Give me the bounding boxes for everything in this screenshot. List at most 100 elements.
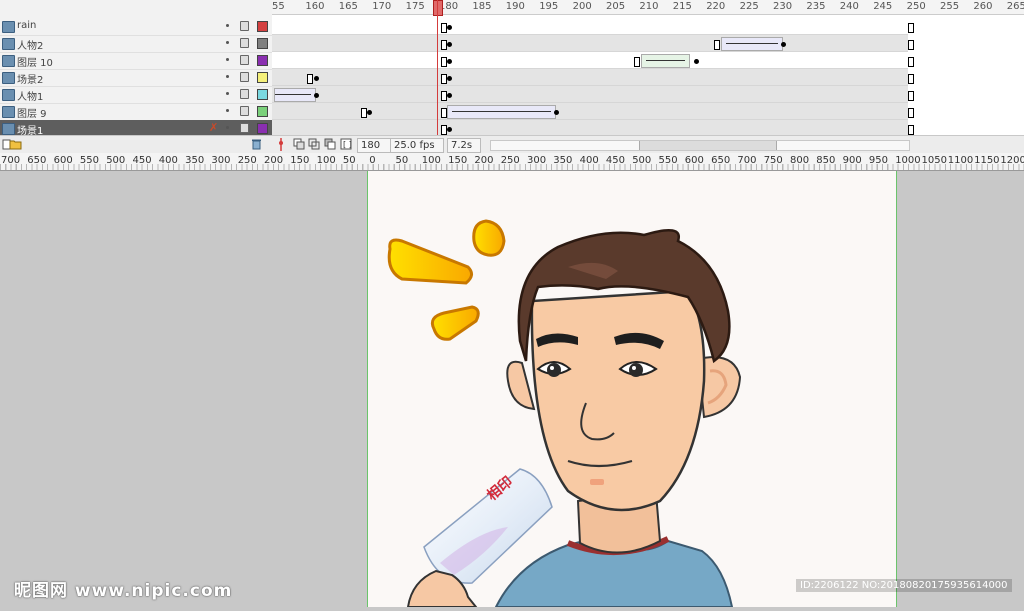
layer-color-swatch[interactable] bbox=[257, 55, 268, 66]
modify-markers-icon[interactable]: [ ] bbox=[340, 138, 352, 150]
lock-toggle-icon[interactable] bbox=[240, 106, 249, 116]
frame-number: 225 bbox=[739, 1, 759, 12]
ruler-label: 1000 bbox=[895, 155, 921, 166]
empty-keyframe[interactable] bbox=[440, 40, 447, 50]
end-frame[interactable] bbox=[907, 125, 914, 135]
empty-keyframe[interactable] bbox=[440, 23, 447, 33]
keyframe[interactable] bbox=[447, 25, 453, 30]
layer-row[interactable]: 图层 10 bbox=[0, 52, 272, 70]
tween-arrow bbox=[452, 111, 552, 112]
lock-toggle-icon[interactable] bbox=[240, 89, 249, 99]
timeline-scrollbar[interactable] bbox=[490, 140, 910, 151]
end-frame[interactable] bbox=[907, 91, 914, 101]
fps-field[interactable]: 25.0 fps bbox=[390, 138, 444, 153]
keyframe[interactable] bbox=[367, 110, 373, 115]
keyframe[interactable] bbox=[447, 127, 453, 132]
empty-keyframe[interactable] bbox=[440, 91, 447, 101]
layer-row[interactable]: 图层 9 bbox=[0, 103, 272, 121]
keyframe[interactable] bbox=[694, 59, 700, 64]
frame-number: 200 bbox=[572, 1, 592, 12]
layer-color-swatch[interactable] bbox=[257, 72, 268, 83]
end-frame[interactable] bbox=[907, 57, 914, 67]
layer-color-swatch[interactable] bbox=[257, 123, 268, 134]
keyframe[interactable] bbox=[447, 59, 453, 64]
lock-toggle-icon[interactable] bbox=[240, 55, 249, 65]
keyframe[interactable] bbox=[554, 110, 560, 115]
layer-row[interactable]: 场景2 bbox=[0, 69, 272, 87]
motion-tween[interactable] bbox=[274, 88, 317, 102]
motion-tween[interactable] bbox=[447, 105, 557, 119]
layer-color-swatch[interactable] bbox=[257, 21, 268, 32]
empty-keyframe[interactable] bbox=[440, 74, 447, 84]
keyframe[interactable] bbox=[447, 42, 453, 47]
lock-toggle-icon[interactable] bbox=[240, 38, 249, 48]
playhead-handle[interactable] bbox=[433, 0, 443, 16]
visibility-dot[interactable] bbox=[226, 41, 229, 44]
keyframe[interactable] bbox=[314, 93, 320, 98]
ruler-label: 300 bbox=[527, 155, 547, 166]
chin-mark bbox=[590, 479, 604, 485]
empty-keyframe[interactable] bbox=[440, 108, 447, 118]
layer-color-swatch[interactable] bbox=[257, 106, 268, 117]
keyframe[interactable] bbox=[314, 76, 320, 81]
ruler-label: 350 bbox=[553, 155, 573, 166]
empty-keyframe[interactable] bbox=[360, 108, 367, 118]
keyframe[interactable] bbox=[447, 76, 453, 81]
empty-keyframe[interactable] bbox=[440, 57, 447, 67]
center-frame-icon[interactable] bbox=[277, 138, 285, 151]
end-frame[interactable] bbox=[907, 23, 914, 33]
frame-row[interactable] bbox=[272, 103, 914, 120]
frame-row[interactable] bbox=[272, 18, 914, 35]
empty-keyframe[interactable] bbox=[440, 125, 447, 135]
frame-grid[interactable]: 55 160 165 170 175 180 185 190 195 200 205 210 215 22… bbox=[272, 0, 1024, 137]
lock-toggle-icon[interactable] bbox=[240, 72, 249, 82]
frame-row[interactable] bbox=[272, 69, 914, 86]
visibility-dot[interactable] bbox=[226, 92, 229, 95]
motion-tween[interactable] bbox=[720, 37, 783, 51]
frame-number: 190 bbox=[505, 1, 525, 12]
ruler-label: 100 bbox=[316, 155, 336, 166]
frame-number: 170 bbox=[372, 1, 392, 12]
ruler-label: 150 bbox=[448, 155, 468, 166]
onion-outline-icon[interactable] bbox=[308, 138, 320, 150]
layer-row[interactable]: rain bbox=[0, 18, 272, 36]
visibility-dot[interactable] bbox=[226, 24, 229, 27]
onion-skin-icon[interactable] bbox=[293, 138, 305, 150]
layer-row[interactable]: 人物2 bbox=[0, 35, 272, 53]
end-frame[interactable] bbox=[907, 40, 914, 50]
keyframe[interactable] bbox=[447, 93, 453, 98]
motion-tween[interactable] bbox=[640, 54, 690, 68]
frame-number: 175 bbox=[405, 1, 425, 12]
current-frame-field[interactable]: 180 bbox=[357, 138, 391, 153]
keyframe[interactable] bbox=[780, 42, 786, 47]
folder-icon[interactable] bbox=[9, 138, 22, 150]
frame-ruler[interactable]: 55 160 165 170 175 180 185 190 195 200 205 210 215 22… bbox=[272, 0, 1024, 15]
tween-arrow bbox=[645, 60, 685, 61]
frame-number: 220 bbox=[706, 1, 726, 12]
frame-row[interactable] bbox=[272, 35, 914, 52]
stage-canvas[interactable]: 相印 bbox=[367, 171, 897, 608]
layer-row[interactable]: 人物1 bbox=[0, 86, 272, 104]
scrollbar-thumb[interactable] bbox=[639, 141, 777, 150]
empty-keyframe[interactable] bbox=[307, 74, 314, 84]
frame-row[interactable] bbox=[272, 86, 914, 103]
visibility-dot[interactable] bbox=[226, 126, 229, 129]
visibility-dot[interactable] bbox=[226, 58, 229, 61]
character-illustration[interactable]: 相印 bbox=[368, 171, 896, 608]
layer-color-swatch[interactable] bbox=[257, 38, 268, 49]
frame-number: 265 bbox=[1006, 1, 1024, 12]
lock-toggle-icon[interactable] bbox=[240, 21, 249, 31]
visibility-dot[interactable] bbox=[226, 109, 229, 112]
frame-row[interactable] bbox=[272, 52, 914, 69]
end-frame[interactable] bbox=[907, 108, 914, 118]
empty-keyframe[interactable] bbox=[634, 57, 641, 67]
empty-keyframe[interactable] bbox=[714, 40, 721, 50]
visibility-dot[interactable] bbox=[226, 75, 229, 78]
layer-name: rain bbox=[17, 20, 37, 31]
ruler-label: 800 bbox=[790, 155, 810, 166]
layer-color-swatch[interactable] bbox=[257, 89, 268, 100]
end-frame[interactable] bbox=[907, 74, 914, 84]
edit-multiple-frames-icon[interactable] bbox=[324, 138, 336, 150]
trash-icon[interactable] bbox=[251, 138, 262, 150]
lock-toggle-icon[interactable] bbox=[240, 123, 249, 133]
